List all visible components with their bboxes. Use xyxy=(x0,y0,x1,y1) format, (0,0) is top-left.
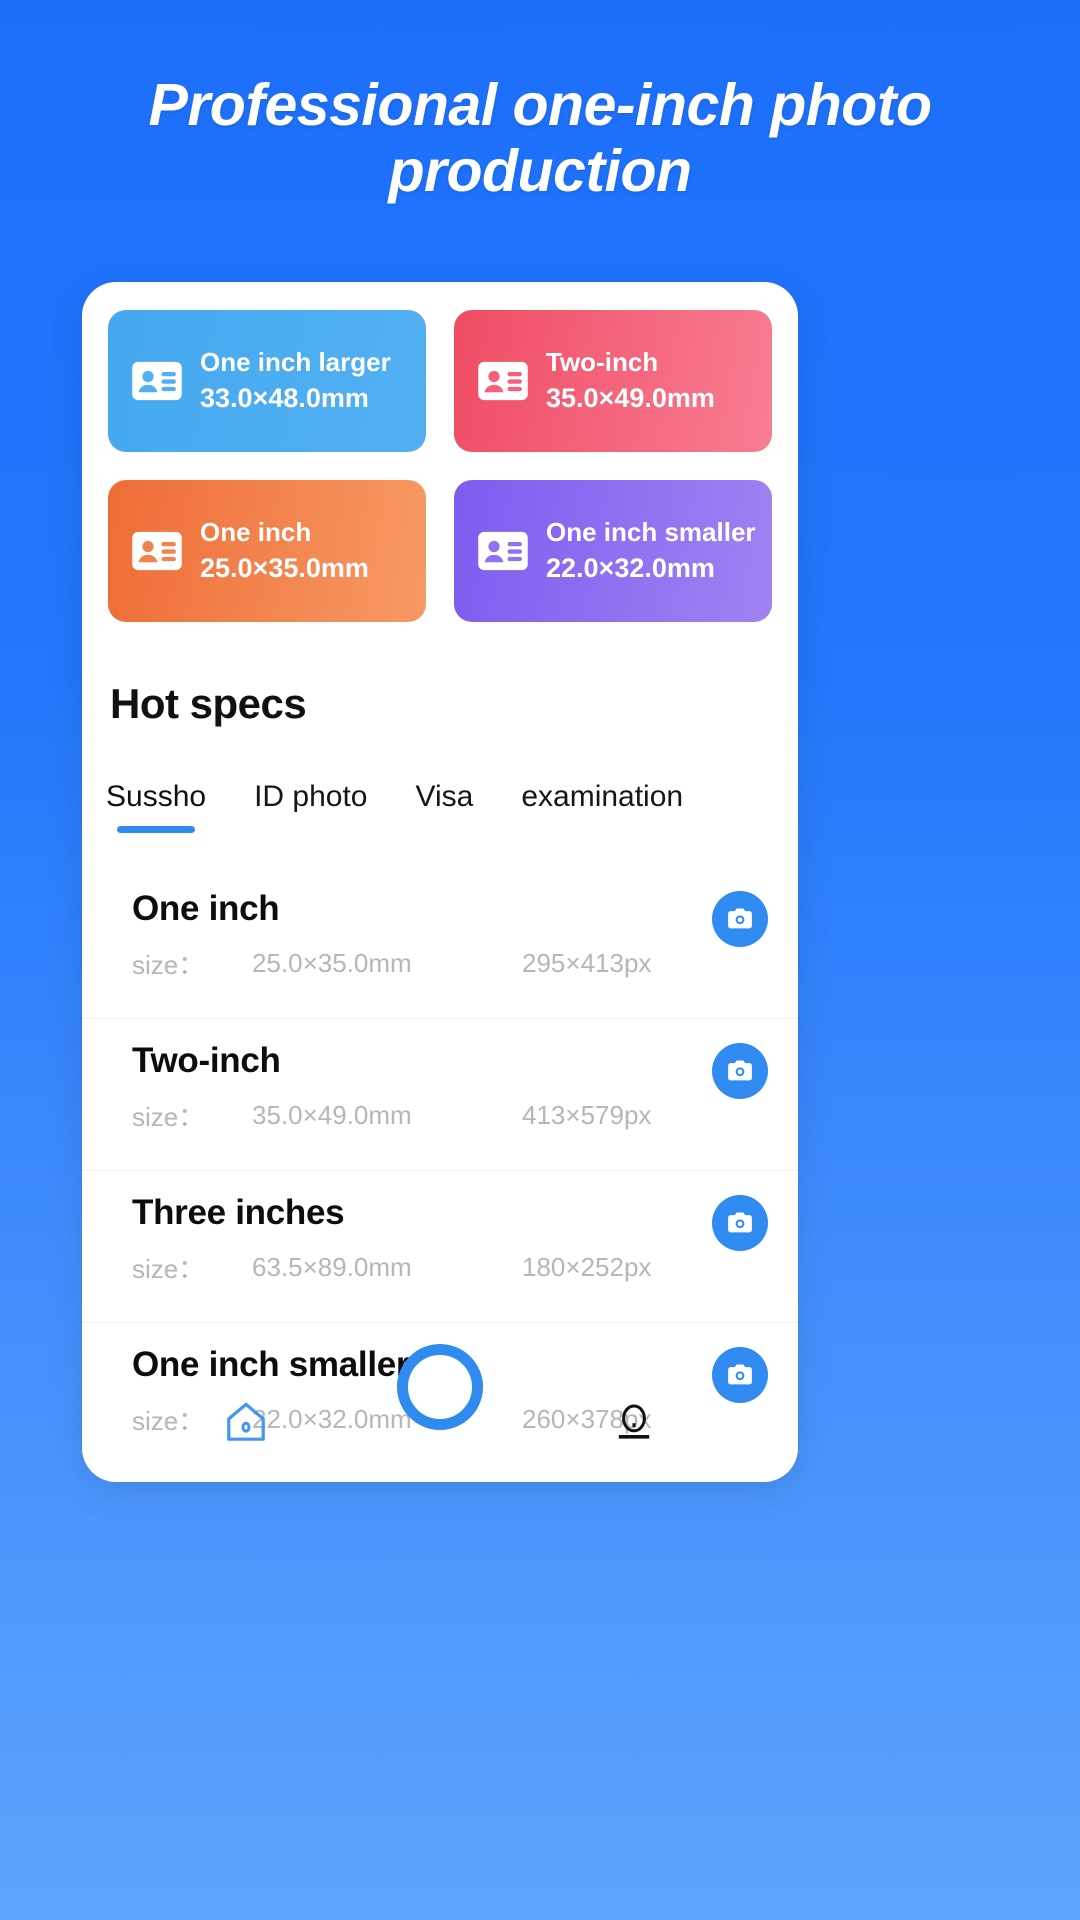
quick-spec-card-two-inch[interactable]: Two-inch 35.0×49.0mm xyxy=(454,310,772,452)
quick-spec-dimensions: 33.0×48.0mm xyxy=(200,383,369,414)
camera-icon xyxy=(728,1212,752,1233)
camera-button[interactable] xyxy=(712,1195,768,1251)
spec-size-label: size： xyxy=(132,1102,205,1132)
quick-spec-dimensions: 25.0×35.0mm xyxy=(200,553,369,584)
nav-profile-button[interactable] xyxy=(610,1398,658,1446)
quick-spec-dimensions: 35.0×49.0mm xyxy=(546,383,715,414)
nav-shutter-button[interactable] xyxy=(397,1344,483,1430)
spec-list-row[interactable]: Three inches size： 63.5×89.0mm 180×252px xyxy=(82,1171,798,1323)
spec-size-mm: 25.0×35.0mm xyxy=(252,948,412,978)
spec-size-mm: 35.0×49.0mm xyxy=(252,1100,412,1130)
quick-spec-card-one-inch-larger[interactable]: One inch larger 33.0×48.0mm xyxy=(108,310,426,452)
tab-active-indicator xyxy=(117,826,196,833)
tab-bar: Sussho ID photo Visa examination xyxy=(82,728,798,833)
spec-size-label: size： xyxy=(132,950,205,980)
spec-size-px: 413×579px xyxy=(522,1100,652,1130)
spec-meta: size： 63.5×89.0mm 180×252px xyxy=(132,1233,764,1286)
quick-spec-grid: One inch larger 33.0×48.0mm Two-inch 35.… xyxy=(82,282,798,622)
spec-size-px: 180×252px xyxy=(522,1252,652,1282)
spec-meta: size： 35.0×49.0mm 413×579px xyxy=(132,1081,764,1134)
spec-size-mm: 63.5×89.0mm xyxy=(252,1252,412,1282)
quick-spec-card-one-inch-smaller[interactable]: One inch smaller 22.0×32.0mm xyxy=(454,480,772,622)
spec-meta: size： 25.0×35.0mm 295×413px xyxy=(132,929,764,982)
quick-spec-card-one-inch[interactable]: One inch 25.0×35.0mm xyxy=(108,480,426,622)
tab-sussho[interactable]: Sussho xyxy=(106,780,206,833)
nav-home-button[interactable] xyxy=(222,1398,270,1446)
content-sheet: One inch larger 33.0×48.0mm Two-inch 35.… xyxy=(82,282,798,1482)
tab-examination[interactable]: examination xyxy=(521,780,683,833)
spec-list-row[interactable]: One inch size： 25.0×35.0mm 295×413px xyxy=(82,867,798,1019)
spec-size-px: 295×413px xyxy=(522,948,652,978)
camera-icon xyxy=(728,1060,752,1081)
profile-icon xyxy=(618,1404,650,1439)
id-card-icon xyxy=(130,354,184,408)
tab-label: Sussho xyxy=(106,780,207,813)
page-title: Professional one-inch photo production xyxy=(148,72,932,205)
quick-spec-dimensions: 22.0×32.0mm xyxy=(546,553,715,584)
spec-name: Two-inch xyxy=(132,1041,281,1080)
id-card-icon xyxy=(476,354,530,408)
camera-icon xyxy=(728,908,752,929)
quick-spec-text: Two-inch 35.0×49.0mm xyxy=(546,345,715,417)
spec-list-row[interactable]: Two-inch size： 35.0×49.0mm 413×579px xyxy=(82,1019,798,1171)
camera-button[interactable] xyxy=(712,891,768,947)
quick-spec-name: One inch xyxy=(200,517,312,548)
quick-spec-name: One inch smaller xyxy=(546,517,756,548)
tab-label: Visa xyxy=(415,780,474,813)
spec-name: Three inches xyxy=(132,1193,345,1232)
quick-spec-text: One inch smaller 22.0×32.0mm xyxy=(546,515,756,587)
home-icon xyxy=(227,1402,265,1441)
tab-id-photo[interactable]: ID photo xyxy=(254,780,367,833)
quick-spec-name: One inch larger xyxy=(200,347,391,378)
id-card-icon xyxy=(476,524,530,578)
spec-name: One inch xyxy=(132,889,280,928)
bottom-navigation-bar xyxy=(82,1344,798,1482)
spec-size-label: size： xyxy=(132,1254,205,1284)
tab-label: examination xyxy=(521,780,684,813)
tab-label: ID photo xyxy=(254,780,368,813)
quick-spec-text: One inch larger 33.0×48.0mm xyxy=(200,345,391,417)
camera-button[interactable] xyxy=(712,1043,768,1099)
section-heading: Hot specs xyxy=(110,680,307,727)
quick-spec-name: Two-inch xyxy=(546,347,659,378)
quick-spec-text: One inch 25.0×35.0mm xyxy=(200,515,369,587)
id-card-icon xyxy=(130,524,184,578)
tab-visa[interactable]: Visa xyxy=(416,780,474,833)
